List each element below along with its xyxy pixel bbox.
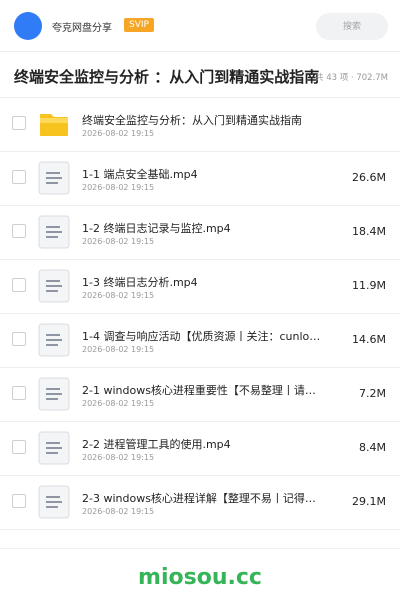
select-checkbox[interactable] — [12, 170, 26, 184]
select-checkbox[interactable] — [12, 494, 26, 508]
select-checkbox[interactable] — [12, 116, 26, 130]
search-input[interactable] — [316, 13, 388, 40]
select-checkbox[interactable] — [12, 386, 26, 400]
folder-header: 终端安全监控与分析 ：从入门到精通实战指南 共 43 项 · 702.7M — [0, 52, 400, 98]
list-item[interactable]: 2-3 windows核心进程详解【整理不易丨记得… 2026-08-02 19… — [0, 476, 400, 530]
file-list: 终端安全监控与分析：从入门到精通实战指南 2026-08-02 19:15 1-… — [0, 98, 400, 530]
file-date: 2026-08-02 19:15 — [82, 345, 155, 354]
select-checkbox[interactable] — [12, 332, 26, 346]
footer: miosou.cc — [0, 548, 400, 600]
select-checkbox[interactable] — [12, 440, 26, 454]
video-file-icon — [38, 269, 70, 303]
file-size: 14.6M — [352, 333, 386, 346]
video-file-icon — [38, 323, 70, 357]
video-file-icon — [38, 377, 70, 411]
list-item[interactable]: 终端安全监控与分析：从入门到精通实战指南 2026-08-02 19:15 — [0, 98, 400, 152]
video-file-icon — [38, 431, 70, 465]
list-item[interactable]: 1-3 终端日志分析.mp4 2026-08-02 19:15 11.9M — [0, 260, 400, 314]
select-checkbox[interactable] — [12, 224, 26, 238]
file-date: 2026-08-02 19:15 — [82, 237, 155, 246]
list-item[interactable]: 1-4 调查与响应活动【优质资源丨关注：cunlo… 2026-08-02 19… — [0, 314, 400, 368]
file-size: 29.1M — [352, 495, 386, 508]
file-date: 2026-08-02 19:15 — [82, 129, 155, 138]
page-title: 终端安全监控与分析 ：从入门到精通实战指南 — [14, 68, 320, 86]
video-file-icon — [38, 161, 70, 195]
file-date: 2026-08-02 19:15 — [82, 453, 155, 462]
svip-badge: SVIP — [124, 18, 154, 32]
file-size: 26.6M — [352, 171, 386, 184]
video-file-icon — [38, 485, 70, 519]
file-size: 7.2M — [359, 387, 386, 400]
file-name: 2-1 windows核心进程重要性【不易整理丨请… — [82, 384, 316, 397]
footer-brand: miosou.cc — [138, 565, 262, 590]
file-date: 2026-08-02 19:15 — [82, 183, 155, 192]
list-item[interactable]: 2-2 进程管理工具的使用.mp4 2026-08-02 19:15 8.4M — [0, 422, 400, 476]
folder-stats: 共 43 项 · 702.7M — [315, 73, 388, 83]
list-item[interactable]: 2-1 windows核心进程重要性【不易整理丨请… 2026-08-02 19… — [0, 368, 400, 422]
list-item[interactable]: 1-2 终端日志记录与监控.mp4 2026-08-02 19:15 18.4M — [0, 206, 400, 260]
video-file-icon — [38, 215, 70, 249]
file-date: 2026-08-02 19:15 — [82, 291, 155, 300]
file-name: 1-1 端点安全基础.mp4 — [82, 168, 198, 181]
file-size: 18.4M — [352, 225, 386, 238]
list-item[interactable]: 1-1 端点安全基础.mp4 2026-08-02 19:15 26.6M — [0, 152, 400, 206]
file-name: 2-2 进程管理工具的使用.mp4 — [82, 438, 231, 451]
file-size: 8.4M — [359, 441, 386, 454]
file-size: 11.9M — [352, 279, 386, 292]
file-name: 1-2 终端日志记录与监控.mp4 — [82, 222, 231, 235]
site-name: 夸克网盘分享 — [52, 23, 112, 34]
avatar[interactable] — [14, 12, 42, 40]
select-checkbox[interactable] — [12, 278, 26, 292]
file-name: 2-3 windows核心进程详解【整理不易丨记得… — [82, 492, 316, 505]
folder-icon — [38, 107, 70, 141]
file-name: 1-4 调查与响应活动【优质资源丨关注：cunlo… — [82, 330, 321, 343]
file-date: 2026-08-02 19:15 — [82, 399, 155, 408]
file-name: 终端安全监控与分析：从入门到精通实战指南 — [82, 114, 302, 127]
file-date: 2026-08-02 19:15 — [82, 507, 155, 516]
file-name: 1-3 终端日志分析.mp4 — [82, 276, 198, 289]
top-bar: 夸克网盘分享 SVIP — [0, 0, 400, 52]
